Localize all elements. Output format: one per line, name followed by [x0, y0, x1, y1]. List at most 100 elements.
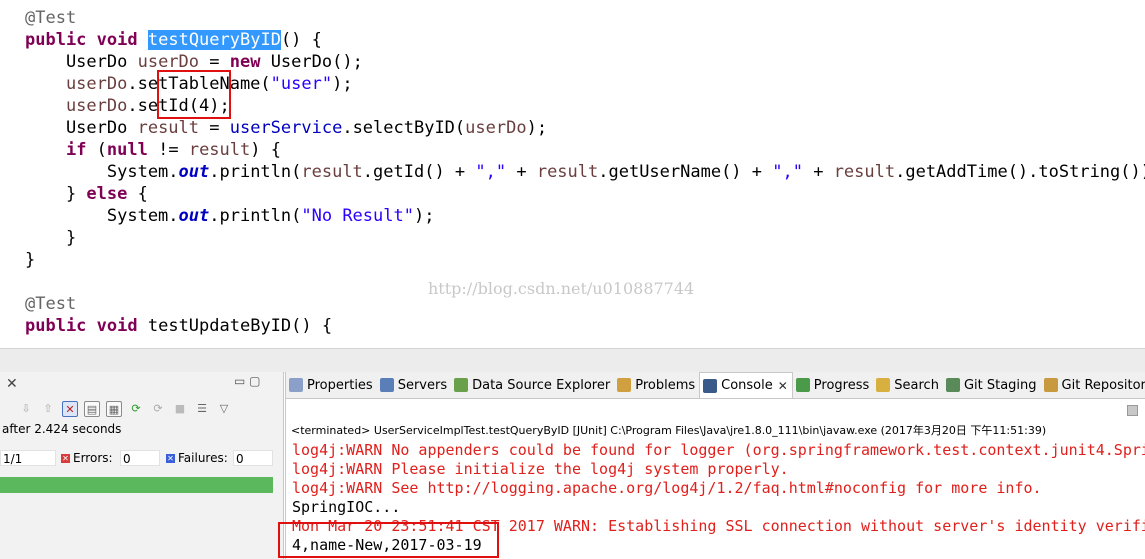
failure-icon: ✕ [166, 454, 175, 463]
errors-value: 0 [120, 450, 160, 466]
watermark-text: http://blog.csdn.net/u010887744 [428, 279, 695, 298]
code-token: ) { [250, 140, 281, 160]
code-token: UserDo [25, 52, 138, 72]
code-token: result [137, 118, 200, 138]
code-token: userDo [465, 118, 527, 138]
code-token: else [86, 184, 128, 204]
code-token: if [65, 140, 87, 160]
rerun-test-icon[interactable]: ⟳ [128, 401, 144, 417]
code-token: ); [332, 74, 353, 94]
tab-label: Progress [813, 377, 870, 393]
code-token: "," [772, 162, 803, 182]
code-token: } [25, 184, 87, 204]
show-failures-only-icon[interactable]: ✕ [62, 401, 78, 417]
previous-failure-icon[interactable]: ⇧ [40, 401, 56, 417]
code-token: @Test [25, 294, 77, 314]
tab-servers[interactable]: Servers [377, 372, 451, 398]
code-token: ); [413, 206, 435, 226]
console-icon [703, 378, 718, 393]
code-line: public void testUpdateByID() { [25, 315, 332, 337]
console-line: log4j:WARN No appenders could be found f… [292, 441, 1145, 459]
code-token: } [25, 228, 77, 248]
tab-search[interactable]: Search [873, 372, 943, 398]
tab-properties[interactable]: Properties [286, 372, 377, 398]
code-token: .println( [209, 206, 302, 226]
code-line: } else { [25, 183, 148, 205]
code-token: result [833, 162, 896, 182]
code-token: UserDo(); [260, 52, 363, 72]
code-line: if (null != result) { [25, 139, 281, 161]
code-line: @Test [25, 7, 76, 29]
tab-data-source-explorer[interactable]: Data Source Explorer [451, 372, 614, 398]
tab-git-repositories[interactable]: Git Repositories [1041, 372, 1145, 398]
console-line: log4j:WARN See http://logging.apache.org… [292, 479, 1042, 497]
code-line: UserDo result = userService.selectByID(u… [25, 117, 547, 139]
tab-label: Data Source Explorer [472, 377, 611, 393]
code-token: = [199, 118, 230, 138]
code-token: result [536, 162, 599, 182]
code-token: result [188, 140, 251, 160]
code-token: public [25, 30, 87, 50]
view-tab-bar: Properties Servers Data Source Explorer Pro… [286, 372, 1145, 399]
search-icon [876, 378, 891, 392]
close-icon[interactable]: ✕ [6, 376, 18, 392]
progress-icon [795, 378, 810, 392]
code-token: () { [280, 30, 322, 50]
code-token: { [127, 184, 148, 204]
code-token: .println( [209, 162, 302, 182]
code-token: @Test [25, 8, 77, 28]
tab-console[interactable]: Console ✕ [699, 372, 793, 398]
code-token: + [802, 162, 834, 182]
test-counts: 1/1 ✕ Errors: 0 ✕ Failures: 0 [0, 450, 283, 468]
next-failure-icon[interactable]: ⇩ [18, 401, 34, 417]
code-token: + [506, 162, 537, 182]
code-token: .getUserName() + [598, 162, 773, 182]
code-token: UserDo [25, 118, 138, 138]
view-menu-icon[interactable]: ▽ [216, 401, 232, 417]
code-token: null [106, 140, 148, 160]
tab-git-staging[interactable]: Git Staging [943, 372, 1041, 398]
code-token: out [178, 206, 210, 226]
code-token: != [147, 140, 189, 160]
code-token: userDo [25, 96, 128, 116]
tab-progress[interactable]: Progress [793, 372, 873, 398]
tab-label: Servers [397, 377, 448, 393]
close-icon[interactable]: ✕ [778, 379, 788, 393]
code-token: = [199, 52, 230, 72]
show-skipped-icon[interactable]: ▦ [106, 401, 122, 417]
minimize-maximize-icons[interactable]: ▭ ▢ [234, 374, 261, 388]
code-token: "user" [270, 74, 333, 94]
failures-label: ✕ Failures: [166, 451, 228, 465]
tab-label: Git Repositories [1061, 377, 1145, 393]
code-token: ); [526, 118, 548, 138]
code-token: .getId() + [362, 162, 476, 182]
tab-label: Properties [307, 377, 373, 393]
code-editor[interactable]: @Test public void testQueryByID() { UserD… [0, 0, 1145, 348]
junit-toolbar: ⇩ ⇧ ✕ ▤ ▦ ⟳ ⟳ ■ ☰ ▽ [18, 401, 232, 419]
console-line: log4j:WARN Please initialize the log4j s… [292, 460, 789, 478]
tab-label: Git Staging [963, 377, 1037, 393]
code-token: userDo [25, 74, 128, 94]
rerun-failed-icon[interactable]: ⟳ [150, 401, 166, 417]
tab-problems[interactable]: Problems [614, 372, 699, 398]
code-token: ( [86, 140, 107, 160]
console-line: SpringIOC... [292, 498, 401, 516]
code-token: public [25, 316, 87, 336]
failures-value: 0 [233, 450, 273, 466]
terminate-button[interactable] [1127, 405, 1138, 416]
test-history-icon[interactable]: ☰ [194, 401, 210, 417]
test-progress-bar [0, 477, 273, 493]
terminated-banner: <terminated> UserServiceImplTest.testQue… [291, 424, 1047, 437]
code-token: } [25, 250, 36, 270]
code-line: } [25, 227, 76, 249]
error-icon: ✕ [61, 454, 70, 463]
stop-icon[interactable]: ■ [172, 401, 188, 417]
code-token: result [301, 162, 363, 182]
code-line: } [25, 249, 35, 271]
scroll-lock-icon[interactable]: ▤ [84, 401, 100, 417]
git-repositories-icon [1043, 378, 1058, 392]
properties-icon [289, 378, 303, 392]
